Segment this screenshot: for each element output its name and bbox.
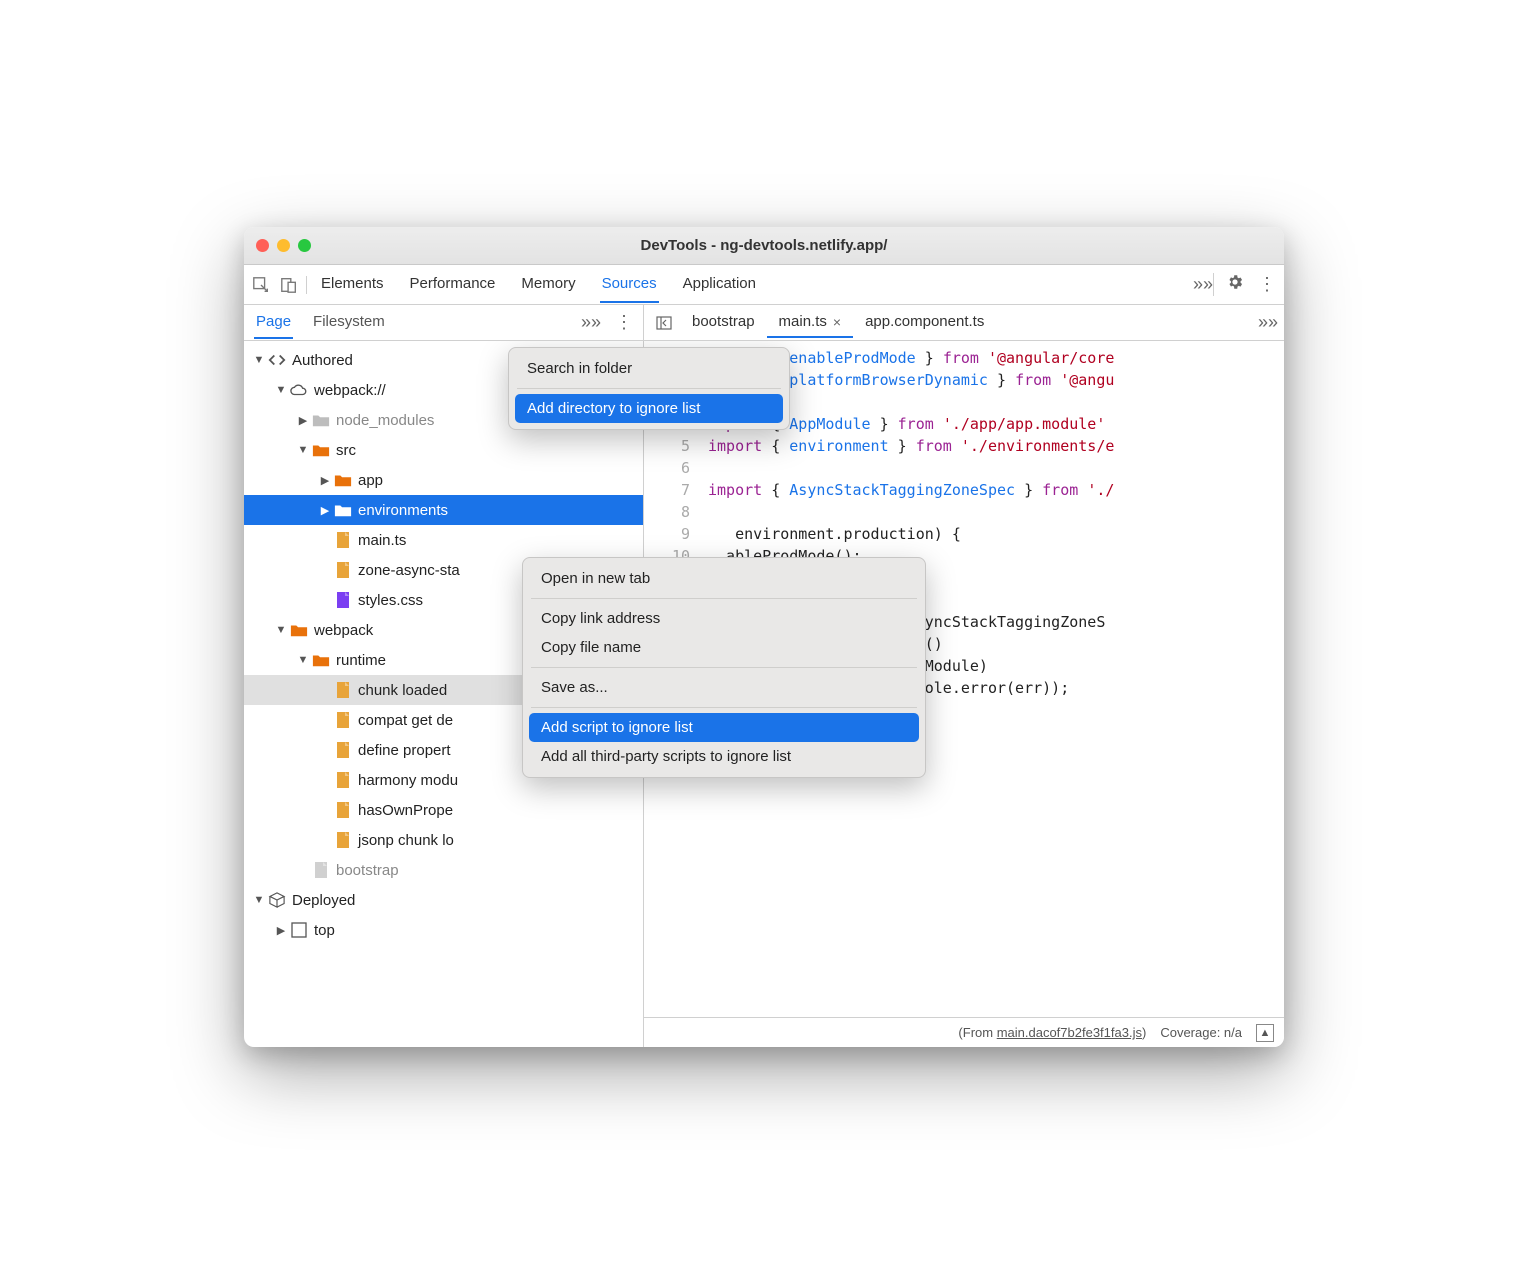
- source-map-link[interactable]: main.dacof7b2fe3f1fa3.js: [997, 1025, 1142, 1040]
- tree-label: chunk loaded: [358, 682, 447, 699]
- tree-row[interactable]: ▼ src: [244, 435, 643, 465]
- tree-row[interactable]: ▶ app: [244, 465, 643, 495]
- file-tab[interactable]: app.component.ts: [853, 307, 996, 338]
- window-title: DevTools - ng-devtools.netlify.app/: [256, 237, 1272, 254]
- context-menu-item[interactable]: Copy link address: [529, 604, 919, 633]
- close-icon[interactable]: ×: [833, 314, 841, 330]
- file-tabs-overflow-icon[interactable]: »: [1258, 312, 1278, 333]
- folder-context-menu[interactable]: Search in folder Add directory to ignore …: [508, 347, 790, 430]
- tree-row[interactable]: main.ts: [244, 525, 643, 555]
- disclosure-icon[interactable]: ▼: [296, 444, 310, 456]
- context-menu-item[interactable]: Open in new tab: [529, 564, 919, 593]
- pretty-print-icon[interactable]: ▲: [1256, 1024, 1274, 1042]
- tree-label: styles.css: [358, 592, 423, 609]
- context-menu-item[interactable]: Copy file name: [529, 633, 919, 662]
- zoom-icon[interactable]: [298, 239, 311, 252]
- context-menu-item[interactable]: Add all third-party scripts to ignore li…: [529, 742, 919, 771]
- context-menu-item[interactable]: Save as...: [529, 673, 919, 702]
- tree-row[interactable]: hasOwnPrope: [244, 795, 643, 825]
- tree-row[interactable]: ▼ Deployed: [244, 885, 643, 915]
- tree-label: define propert: [358, 742, 451, 759]
- inspect-icon[interactable]: [252, 276, 270, 294]
- tree-label: environments: [358, 502, 448, 519]
- file-tab[interactable]: bootstrap: [680, 307, 767, 338]
- main-tab-sources[interactable]: Sources: [600, 266, 659, 303]
- disclosure-icon[interactable]: ▶: [296, 414, 310, 427]
- toggle-navigator-icon[interactable]: [650, 309, 678, 337]
- tree-label: src: [336, 442, 356, 459]
- tree-label: top: [314, 922, 335, 939]
- file-tab[interactable]: main.ts ×: [767, 307, 854, 338]
- context-menu-item[interactable]: Add script to ignore list: [529, 713, 919, 742]
- nav-tab-page[interactable]: Page: [254, 306, 293, 339]
- source-from: (From main.dacof7b2fe3f1fa3.js): [958, 1025, 1146, 1040]
- context-menu-item[interactable]: Search in folder: [515, 354, 783, 383]
- more-icon[interactable]: ⋮: [1258, 274, 1276, 295]
- file-tab-label: bootstrap: [692, 313, 755, 330]
- tree-label: Deployed: [292, 892, 355, 909]
- sub-tab-strip: Page Filesystem » ⋮ bootstrap main.ts × app.…: [244, 305, 1284, 341]
- tree-row[interactable]: bootstrap: [244, 855, 643, 885]
- nav-more-icon[interactable]: ⋮: [615, 312, 633, 333]
- main-tab-application[interactable]: Application: [681, 266, 758, 303]
- tree-row[interactable]: jsonp chunk lo: [244, 825, 643, 855]
- disclosure-icon[interactable]: ▶: [318, 504, 332, 517]
- disclosure-icon[interactable]: ▼: [252, 894, 266, 906]
- coverage-label: Coverage: n/a: [1160, 1025, 1242, 1040]
- context-menu-item[interactable]: Add directory to ignore list: [515, 394, 783, 423]
- main-tab-performance[interactable]: Performance: [408, 266, 498, 303]
- tree-label: runtime: [336, 652, 386, 669]
- editor-status-bar: (From main.dacof7b2fe3f1fa3.js) Coverage…: [644, 1017, 1284, 1047]
- tree-label: main.ts: [358, 532, 406, 549]
- tree-label: app: [358, 472, 383, 489]
- device-toggle-icon[interactable]: [280, 276, 298, 294]
- tree-label: webpack: [314, 622, 373, 639]
- titlebar: DevTools - ng-devtools.netlify.app/: [244, 227, 1284, 265]
- tree-row[interactable]: ▶ environments: [244, 495, 643, 525]
- minimize-icon[interactable]: [277, 239, 290, 252]
- tree-label: Authored: [292, 352, 353, 369]
- tree-label: zone-async-sta: [358, 562, 460, 579]
- tree-label: webpack://: [314, 382, 386, 399]
- settings-icon[interactable]: [1226, 273, 1244, 296]
- nav-tab-filesystem[interactable]: Filesystem: [311, 306, 387, 339]
- tree-label: bootstrap: [336, 862, 399, 879]
- main-tab-elements[interactable]: Elements: [319, 266, 386, 303]
- main-tab-strip: Elements Performance Memory Sources Applicat…: [244, 265, 1284, 305]
- tree-label: compat get de: [358, 712, 453, 729]
- tabs-overflow-icon[interactable]: »: [1193, 274, 1213, 295]
- disclosure-icon[interactable]: ▼: [274, 384, 288, 396]
- main-tab-memory[interactable]: Memory: [519, 266, 577, 303]
- tree-label: harmony modu: [358, 772, 458, 789]
- tree-label: node_modules: [336, 412, 434, 429]
- file-tab-label: app.component.ts: [865, 313, 984, 330]
- disclosure-icon[interactable]: ▼: [252, 354, 266, 366]
- tree-label: jsonp chunk lo: [358, 832, 454, 849]
- body: ▼ Authored ▼ webpack:// ▶ node_modules ▼ src ▶ ap…: [244, 341, 1284, 1047]
- file-context-menu[interactable]: Open in new tab Copy link addressCopy fil…: [522, 557, 926, 778]
- close-icon[interactable]: [256, 239, 269, 252]
- file-tab-label: main.ts: [779, 313, 827, 330]
- tree-label: hasOwnPrope: [358, 802, 453, 819]
- disclosure-icon[interactable]: ▼: [274, 624, 288, 636]
- disclosure-icon[interactable]: ▶: [274, 924, 288, 937]
- window-controls: [256, 239, 311, 252]
- disclosure-icon[interactable]: ▶: [318, 474, 332, 487]
- tree-row[interactable]: ▶ top: [244, 915, 643, 945]
- nav-overflow-icon[interactable]: »: [581, 312, 601, 333]
- disclosure-icon[interactable]: ▼: [296, 654, 310, 666]
- devtools-window: DevTools - ng-devtools.netlify.app/ Elem…: [244, 227, 1284, 1047]
